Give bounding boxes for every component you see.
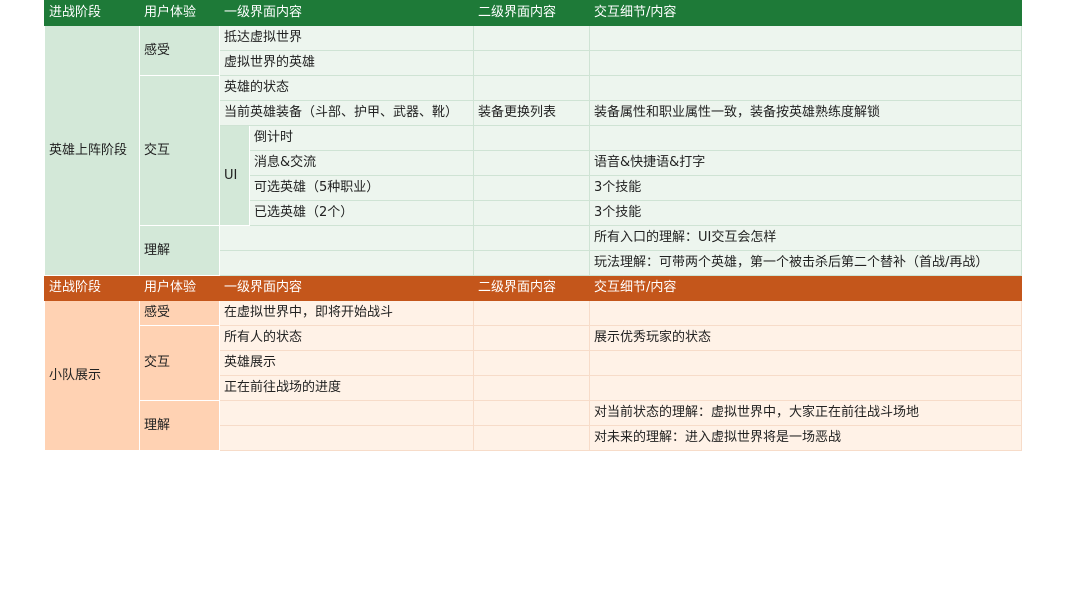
ux-cell: 感受 bbox=[139, 25, 220, 76]
detail-cell bbox=[589, 25, 1023, 51]
level1-cell: 在虚拟世界中，即将开始战斗 bbox=[218, 300, 475, 326]
level2-cell bbox=[473, 25, 591, 51]
detail-cell: 所有入口的理解：UI交互会怎样 bbox=[589, 225, 1023, 251]
header-stage: 进战阶段 bbox=[44, 0, 140, 26]
detail-cell bbox=[589, 75, 1023, 101]
level1-cell: 消息&交流 bbox=[248, 150, 475, 176]
table-row: 理解 对当前状态的理解：虚拟世界中，大家正在前往战斗场地 bbox=[45, 400, 1023, 451]
level1-cell bbox=[218, 400, 475, 426]
level1-cell bbox=[218, 225, 475, 251]
ui-group-label: UI bbox=[219, 125, 250, 226]
table-row: 小队展示 感受 在虚拟世界中，即将开始战斗 bbox=[44, 300, 1023, 451]
ux-cell: 交互 bbox=[139, 325, 220, 401]
header-ux: 用户体验 bbox=[139, 0, 220, 26]
detail-cell bbox=[589, 375, 1023, 401]
detail-cell: 语音&快捷语&打字 bbox=[589, 150, 1023, 176]
level2-cell bbox=[473, 75, 591, 101]
table-row: 交互 所有人的状态 展示优秀玩家的状态 bbox=[45, 325, 1023, 401]
level2-cell bbox=[473, 350, 591, 376]
level2-cell: 装备更换列表 bbox=[473, 100, 591, 126]
level1-cell: 所有人的状态 bbox=[218, 325, 475, 351]
header-detail: 交互细节/内容 bbox=[589, 0, 1023, 26]
level2-cell bbox=[473, 300, 591, 326]
level1-cell: 已选英雄（2个） bbox=[248, 200, 475, 226]
detail-cell bbox=[589, 350, 1023, 376]
header-ux: 用户体验 bbox=[139, 275, 220, 301]
level1-cell: 倒计时 bbox=[248, 125, 475, 151]
level1-cell: 正在前往战场的进度 bbox=[218, 375, 475, 401]
header-level1: 一级界面内容 bbox=[218, 275, 475, 301]
header-level2: 二级界面内容 bbox=[473, 0, 591, 26]
detail-cell: 3个技能 bbox=[589, 175, 1023, 201]
detail-cell: 玩法理解：可带两个英雄，第一个被击杀后第二个替补（首战/再战） bbox=[589, 250, 1023, 276]
ux-cell: 感受 bbox=[139, 300, 220, 326]
level2-cell bbox=[473, 200, 591, 226]
level1-cell: 虚拟世界的英雄 bbox=[218, 50, 475, 76]
section2-header-row: 进战阶段 用户体验 一级界面内容 二级界面内容 交互细节/内容 bbox=[44, 275, 1023, 301]
level2-cell bbox=[473, 375, 591, 401]
table-row: 理解 所有入口的理解：UI交互会怎样 bbox=[45, 225, 1023, 276]
experience-table: 进战阶段 用户体验 一级界面内容 二级界面内容 交互细节/内容 英雄上阵阶段 感… bbox=[44, 0, 1023, 451]
level1-cell: 当前英雄装备（斗部、护甲、武器、靴） bbox=[218, 100, 475, 126]
header-stage: 进战阶段 bbox=[44, 275, 140, 301]
ux-cell: 理解 bbox=[139, 400, 220, 451]
level1-cell: 可选英雄（5种职业） bbox=[248, 175, 475, 201]
level2-cell bbox=[473, 250, 591, 276]
table-row: 英雄上阵阶段 感受 抵达虚拟世界 bbox=[44, 25, 1023, 276]
detail-cell bbox=[589, 300, 1023, 326]
header-level1: 一级界面内容 bbox=[218, 0, 475, 26]
level1-cell: 英雄的状态 bbox=[218, 75, 475, 101]
level1-cell bbox=[218, 250, 475, 276]
ux-cell: 交互 bbox=[139, 75, 220, 226]
header-detail: 交互细节/内容 bbox=[589, 275, 1023, 301]
detail-cell bbox=[589, 50, 1023, 76]
detail-cell: 展示优秀玩家的状态 bbox=[589, 325, 1023, 351]
level1-cell: 英雄展示 bbox=[218, 350, 475, 376]
table-row: 交互 英雄的状态 bbox=[45, 75, 1023, 226]
detail-cell: 对当前状态的理解：虚拟世界中，大家正在前往战斗场地 bbox=[589, 400, 1023, 426]
level1-cell bbox=[218, 425, 475, 451]
level1-cell: 抵达虚拟世界 bbox=[218, 25, 475, 51]
section1-header-row: 进战阶段 用户体验 一级界面内容 二级界面内容 交互细节/内容 bbox=[44, 0, 1023, 26]
stage-cell: 小队展示 bbox=[44, 300, 140, 451]
detail-cell bbox=[589, 125, 1023, 151]
header-level2: 二级界面内容 bbox=[473, 275, 591, 301]
level2-cell bbox=[473, 400, 591, 426]
level2-cell bbox=[473, 125, 591, 151]
stage-cell: 英雄上阵阶段 bbox=[44, 25, 140, 276]
ux-cell: 理解 bbox=[139, 225, 220, 276]
detail-cell: 3个技能 bbox=[589, 200, 1023, 226]
level2-cell bbox=[473, 425, 591, 451]
level2-cell bbox=[473, 50, 591, 76]
detail-cell: 对未来的理解：进入虚拟世界将是一场恶战 bbox=[589, 425, 1023, 451]
level2-cell bbox=[473, 225, 591, 251]
detail-cell: 装备属性和职业属性一致，装备按英雄熟练度解锁 bbox=[589, 100, 1023, 126]
level2-cell bbox=[473, 150, 591, 176]
level2-cell bbox=[473, 175, 591, 201]
level2-cell bbox=[473, 325, 591, 351]
